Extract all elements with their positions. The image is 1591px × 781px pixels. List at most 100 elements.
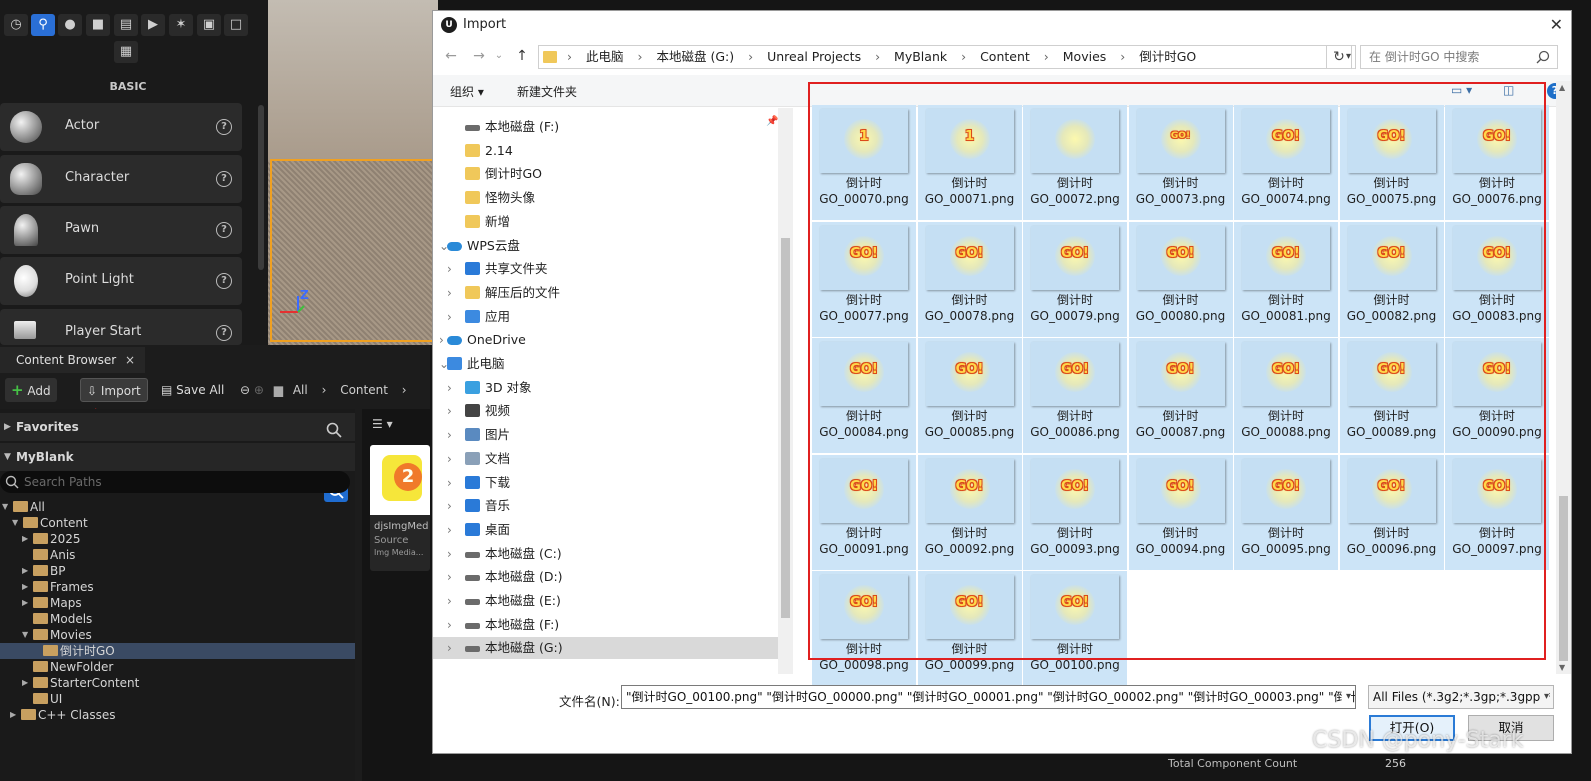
nav-item[interactable]: › 视频 [433, 400, 778, 422]
file-item[interactable]: GO! 倒计时 GO_00076.png [1445, 105, 1549, 220]
file-item[interactable]: GO! 倒计时 GO_00079.png [1023, 221, 1127, 337]
nav-item[interactable]: 倒计时GO [433, 163, 778, 185]
tree-item-content[interactable]: ▼ Content [0, 515, 355, 531]
chevron-right-icon[interactable]: › [447, 448, 452, 470]
breadcrumb-item[interactable]: 倒计时GO [1139, 49, 1196, 64]
chevron-right-icon[interactable]: › [447, 566, 452, 588]
file-item[interactable]: GO! 倒计时 GO_00093.png [1023, 454, 1127, 570]
up-arrow-icon[interactable]: ↑ [512, 46, 532, 66]
help-icon[interactable]: ? [216, 119, 232, 135]
file-item[interactable]: 1 倒计时 GO_00070.png [812, 105, 916, 220]
file-item[interactable]: 1 倒计时 GO_00071.png [917, 105, 1022, 220]
add-button[interactable]: + Add [5, 378, 57, 402]
nav-item[interactable]: › 共享文件夹 [433, 258, 778, 280]
chevron-right-icon[interactable]: › [447, 258, 452, 280]
new-folder-button[interactable]: 新建文件夹 [517, 83, 577, 100]
nav-item[interactable]: › 本地磁盘 (G:) [433, 637, 778, 660]
tab-content-browser[interactable]: Content Browser [0, 347, 145, 373]
address-bar[interactable]: › 此电脑 › 本地磁盘 (G:) › Unreal Projects › My… [538, 45, 1356, 69]
scroll-up-icon[interactable]: ▲ [1559, 83, 1565, 92]
file-item[interactable]: GO! 倒计时 GO_00089.png [1339, 338, 1444, 453]
filename-input[interactable]: "倒计时GO_00100.png" "倒计时GO_00000.png" "倒计时… [621, 685, 1356, 709]
tree-item-2025[interactable]: ▶ 2025 [0, 531, 355, 547]
file-item[interactable]: GO! 倒计时 GO_00098.png [812, 571, 916, 686]
lights-icon[interactable]: ● [58, 14, 82, 36]
scroll-down-icon[interactable]: ▼ [1559, 663, 1565, 672]
nav-item[interactable]: 怪物头像 [433, 187, 778, 209]
file-item[interactable]: GO! 倒计时 GO_00092.png [917, 454, 1022, 570]
file-item[interactable]: GO! 倒计时 GO_00091.png [812, 454, 916, 570]
chevron-right-icon[interactable]: › [447, 400, 452, 422]
file-item[interactable]: GO! 倒计时 GO_00087.png [1128, 338, 1233, 453]
file-item[interactable]: GO! 倒计时 GO_00096.png [1339, 454, 1444, 570]
forward-arrow-icon[interactable]: → [469, 46, 489, 66]
chevron-right-icon[interactable]: › [447, 637, 452, 659]
chevron-right-icon[interactable]: › [447, 543, 452, 565]
file-item[interactable]: GO! 倒计时 GO_00095.png [1234, 454, 1338, 570]
file-item[interactable]: GO! 倒计时 GO_00075.png [1339, 105, 1444, 220]
help-icon[interactable]: ? [216, 325, 232, 341]
place-item-player-start[interactable]: Player Start ? [0, 309, 242, 345]
tree-item-countdown-go[interactable]: 倒计时GO [0, 643, 355, 659]
breadcrumb-item[interactable]: Content [980, 49, 1030, 64]
nav-item[interactable]: › 音乐 [433, 495, 778, 517]
help-icon[interactable]: ? [216, 222, 232, 238]
chevron-right-icon[interactable]: › [447, 614, 452, 636]
file-item[interactable]: 倒计时 GO_00072.png [1023, 105, 1127, 220]
nav-item[interactable]: › 应用 [433, 306, 778, 328]
nav-item[interactable]: › 桌面 [433, 519, 778, 541]
help-icon[interactable]: ? [216, 273, 232, 289]
nav-item[interactable]: › 下载 [433, 472, 778, 494]
tree-item-frames[interactable]: ▶ Frames [0, 579, 355, 595]
tree-item-models[interactable]: Models [0, 611, 355, 627]
asset-tile[interactable]: 2 djsImgMed Source Img Media... [370, 445, 430, 571]
file-item[interactable]: GO! 倒计时 GO_00090.png [1445, 338, 1549, 453]
chevron-down-icon[interactable]: ▾ [1341, 686, 1351, 708]
nav-item[interactable]: ⌄ 此电脑 [433, 353, 778, 375]
file-item[interactable]: GO! 倒计时 GO_00074.png [1234, 105, 1338, 220]
file-type-select[interactable]: All Files (*.3g2;*.3gp;*.3gpp;* ▾ [1368, 685, 1554, 709]
file-item[interactable]: GO! 倒计时 GO_00083.png [1445, 221, 1549, 337]
close-icon[interactable]: × [125, 347, 135, 373]
nav-item[interactable]: › 3D 对象 [433, 377, 778, 399]
nav-item[interactable]: › OneDrive [433, 329, 778, 351]
back-icon[interactable]: ⊖ [240, 383, 250, 397]
breadcrumb-item[interactable]: 此电脑 [586, 49, 624, 64]
file-item[interactable]: GO! 倒计时 GO_00085.png [917, 338, 1022, 453]
file-item[interactable]: GO! 倒计时 GO_00084.png [812, 338, 916, 453]
breadcrumb-item[interactable]: MyBlank [894, 49, 947, 64]
file-item[interactable]: GO! 倒计时 GO_00097.png [1445, 454, 1549, 570]
place-item-actor[interactable]: Actor ? [0, 103, 242, 151]
forward-icon[interactable]: ⊕ [254, 383, 264, 397]
nav-item[interactable]: 2.14 [433, 140, 778, 162]
recent-icon[interactable]: ◷ [4, 14, 28, 36]
file-item[interactable]: GO! 倒计时 GO_00073.png [1128, 105, 1233, 220]
recent-dropdown-icon[interactable]: ⌄ [489, 46, 509, 66]
volumes-icon[interactable]: ✶ [169, 14, 193, 36]
tree-item-movies[interactable]: ▼ Movies [0, 627, 355, 643]
file-item[interactable]: GO! 倒计时 GO_00081.png [1234, 221, 1338, 337]
refresh-button[interactable]: ↻ [1326, 45, 1352, 69]
all-classes-icon[interactable]: ▣ [197, 14, 221, 36]
chevron-right-icon[interactable]: › [447, 495, 452, 517]
breadcrumb-content[interactable]: Content [340, 383, 388, 397]
scrollbar-thumb[interactable] [1559, 496, 1568, 661]
chevron-right-icon[interactable]: › [447, 590, 452, 612]
search-paths-input[interactable]: Search Paths [0, 471, 350, 493]
chevron-right-icon[interactable]: › [447, 306, 452, 328]
chevron-down-icon[interactable]: ▾ [1539, 686, 1549, 708]
import-button[interactable]: ⇩ Import [80, 378, 148, 402]
file-item[interactable]: GO! 倒计时 GO_00086.png [1023, 338, 1127, 453]
nav-item[interactable]: › 本地磁盘 (C:) [433, 543, 778, 565]
file-item[interactable]: GO! 倒计时 GO_00080.png [1128, 221, 1233, 337]
tree-item-bp[interactable]: ▶ BP [0, 563, 355, 579]
organize-menu[interactable]: 组织 ▾ [450, 83, 484, 100]
tree-item-anis[interactable]: Anis [0, 547, 355, 563]
search-icon[interactable] [326, 422, 342, 438]
tree-item-startercontent[interactable]: ▶ StarterContent [0, 675, 355, 691]
chevron-right-icon[interactable]: › [439, 329, 444, 351]
file-item[interactable]: GO! 倒计时 GO_00088.png [1234, 338, 1338, 453]
tree-item-maps[interactable]: ▶ Maps [0, 595, 355, 611]
basic-mode-icon[interactable]: ⚲ [31, 14, 55, 36]
nav-item[interactable]: 本地磁盘 (F:) [433, 116, 778, 138]
